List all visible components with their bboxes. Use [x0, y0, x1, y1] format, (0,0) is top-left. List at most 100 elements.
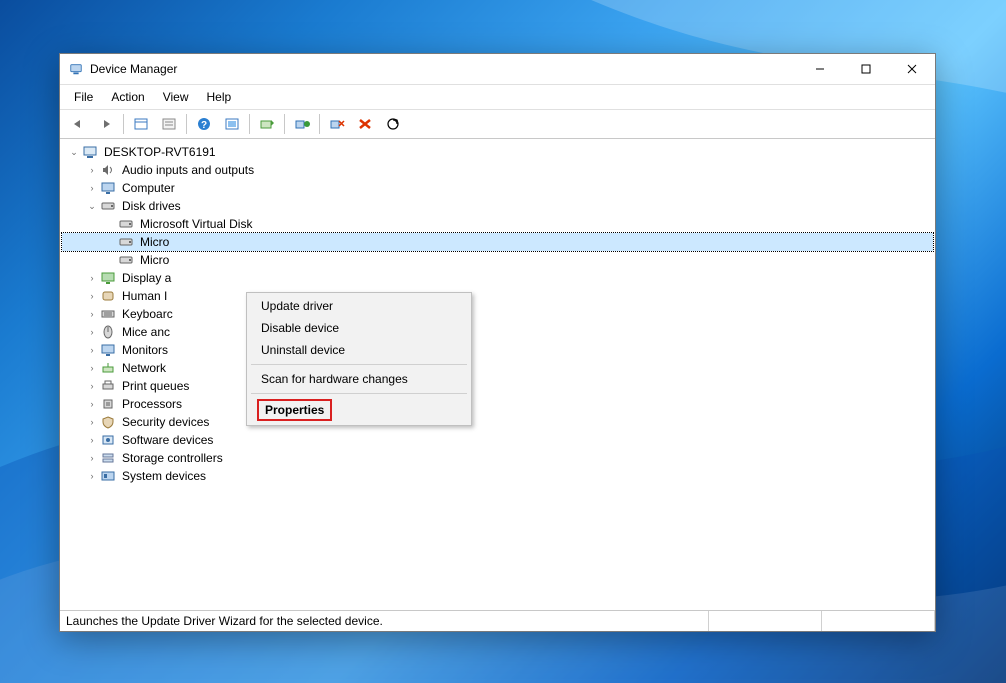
chevron-right-icon[interactable]: › — [84, 399, 100, 409]
tree-item[interactable]: › Processors — [62, 395, 933, 413]
ctx-separator — [251, 393, 467, 394]
tree-item-label: Computer — [120, 181, 177, 195]
tree-item[interactable]: › Print queues — [62, 377, 933, 395]
menu-bar: File Action View Help — [60, 85, 935, 110]
chevron-right-icon[interactable]: › — [84, 345, 100, 355]
tree-item-label: Keyboarc — [120, 307, 175, 321]
close-button[interactable] — [889, 54, 935, 84]
menu-action[interactable]: Action — [103, 87, 152, 107]
tree-item-selected[interactable]: · Micro — [62, 233, 933, 251]
refresh-button[interactable] — [219, 112, 245, 136]
tree-item-label: Micro — [138, 253, 171, 267]
tree-item[interactable]: · Microsoft Virtual Disk — [62, 215, 933, 233]
tree-item-label: Disk drives — [120, 199, 183, 213]
tree-item-label: Display a — [120, 271, 173, 285]
menu-help[interactable]: Help — [199, 87, 240, 107]
help-button[interactable]: ? — [191, 112, 217, 136]
tree-item-label: Micro — [138, 235, 171, 249]
keyboard-icon — [100, 306, 116, 322]
svg-text:?: ? — [201, 120, 207, 131]
show-hidden-button[interactable] — [128, 112, 154, 136]
mouse-icon — [100, 324, 116, 340]
tree-item[interactable]: › System devices — [62, 467, 933, 485]
tree-item-label: Print queues — [120, 379, 191, 393]
app-icon — [68, 61, 84, 77]
tree-item[interactable]: › Network — [62, 359, 933, 377]
title-bar[interactable]: Device Manager — [60, 54, 935, 85]
ctx-update-driver[interactable]: Update driver — [249, 295, 469, 317]
display-icon — [100, 270, 116, 286]
forward-button[interactable] — [93, 112, 119, 136]
properties-button[interactable] — [156, 112, 182, 136]
chevron-right-icon[interactable]: › — [84, 363, 100, 373]
tree-item[interactable]: › Computer — [62, 179, 933, 197]
disable-device-button[interactable] — [324, 112, 350, 136]
tree-root[interactable]: ⌄ DESKTOP-RVT6191 — [62, 143, 933, 161]
uninstall-device-button[interactable] — [352, 112, 378, 136]
chevron-right-icon[interactable]: › — [84, 183, 100, 193]
cpu-icon — [100, 396, 116, 412]
tree-item-label: Monitors — [120, 343, 170, 357]
chevron-right-icon[interactable]: › — [84, 381, 100, 391]
tree-item[interactable]: › Audio inputs and outputs — [62, 161, 933, 179]
tree-item[interactable]: › Monitors — [62, 341, 933, 359]
tree-item[interactable]: › Security devices — [62, 413, 933, 431]
ctx-disable-device[interactable]: Disable device — [249, 317, 469, 339]
tree-item[interactable]: · Micro — [62, 251, 933, 269]
minimize-button[interactable] — [797, 54, 843, 84]
tree-item[interactable]: › Display a — [62, 269, 933, 287]
audio-icon — [100, 162, 116, 178]
tree-item[interactable]: › Software devices — [62, 431, 933, 449]
chevron-right-icon[interactable]: › — [84, 435, 100, 445]
chevron-right-icon[interactable]: › — [84, 471, 100, 481]
tree-item-label: Network — [120, 361, 168, 375]
security-icon — [100, 414, 116, 430]
chevron-right-icon[interactable]: › — [84, 273, 100, 283]
menu-file[interactable]: File — [66, 87, 101, 107]
ctx-properties[interactable]: Properties — [257, 399, 332, 421]
update-driver-button[interactable] — [254, 112, 280, 136]
maximize-button[interactable] — [843, 54, 889, 84]
status-bar: Launches the Update Driver Wizard for th… — [60, 610, 935, 631]
system-icon — [100, 468, 116, 484]
tree-item[interactable]: › Storage controllers — [62, 449, 933, 467]
computer-icon — [100, 180, 116, 196]
tree-item-disk-drives[interactable]: ⌄ Disk drives — [62, 197, 933, 215]
tree-root-label: DESKTOP-RVT6191 — [102, 145, 218, 159]
ctx-separator — [251, 364, 467, 365]
disk-icon — [100, 198, 116, 214]
printer-icon — [100, 378, 116, 394]
window-title: Device Manager — [90, 62, 177, 76]
chevron-down-icon[interactable]: ⌄ — [84, 201, 100, 212]
toolbar: ? — [60, 110, 935, 139]
ctx-scan-hardware[interactable]: Scan for hardware changes — [249, 368, 469, 390]
tree-item[interactable]: › Mice anc — [62, 323, 933, 341]
tree-item[interactable]: › Human I — [62, 287, 933, 305]
software-icon — [100, 432, 116, 448]
chevron-right-icon[interactable]: › — [84, 453, 100, 463]
hid-icon — [100, 288, 116, 304]
enable-device-button[interactable] — [289, 112, 315, 136]
back-button[interactable] — [65, 112, 91, 136]
device-manager-window: Device Manager File Action View Help ? ⌄ — [59, 53, 936, 632]
ctx-uninstall-device[interactable]: Uninstall device — [249, 339, 469, 361]
chevron-right-icon[interactable]: › — [84, 165, 100, 175]
tree-item-label: Storage controllers — [120, 451, 225, 465]
status-cell — [822, 611, 935, 631]
scan-hardware-button[interactable] — [380, 112, 406, 136]
chevron-right-icon[interactable]: › — [84, 417, 100, 427]
device-tree[interactable]: ⌄ DESKTOP-RVT6191 › Audio inputs and out… — [60, 139, 935, 610]
tree-item-label: Processors — [120, 397, 184, 411]
status-text: Launches the Update Driver Wizard for th… — [60, 611, 709, 631]
chevron-right-icon[interactable]: › — [84, 309, 100, 319]
tree-item[interactable]: › Keyboarc — [62, 305, 933, 323]
chevron-right-icon[interactable]: › — [84, 291, 100, 301]
tree-item-label: Security devices — [120, 415, 211, 429]
network-icon — [100, 360, 116, 376]
disk-icon — [118, 234, 134, 250]
tree-item-label: Mice anc — [120, 325, 172, 339]
chevron-down-icon[interactable]: ⌄ — [66, 147, 82, 158]
chevron-right-icon[interactable]: › — [84, 327, 100, 337]
tree-item-label: Audio inputs and outputs — [120, 163, 256, 177]
menu-view[interactable]: View — [155, 87, 197, 107]
